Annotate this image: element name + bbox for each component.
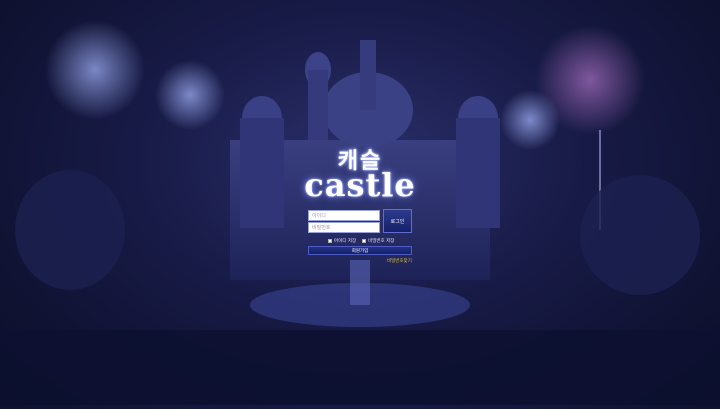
save-password-label: 비밀번호 저장 [368,239,395,244]
remember-options: 아이디 저장 비밀번호 저장 [328,238,394,244]
save-password-checkbox[interactable]: 비밀번호 저장 [362,238,394,244]
login-button[interactable]: 로그인 [383,209,412,233]
logo-english: castle [304,166,416,204]
checkbox-icon [362,239,367,243]
password-input[interactable] [308,222,380,233]
save-id-label: 아이디 저장 [334,239,357,244]
checkbox-icon [328,239,332,243]
id-input[interactable] [308,210,380,221]
find-password-link[interactable]: 비밀번호찾기 [387,258,412,264]
signup-button[interactable]: 회원가입 [308,246,412,255]
save-id-checkbox[interactable]: 아이디 저장 [328,238,356,244]
